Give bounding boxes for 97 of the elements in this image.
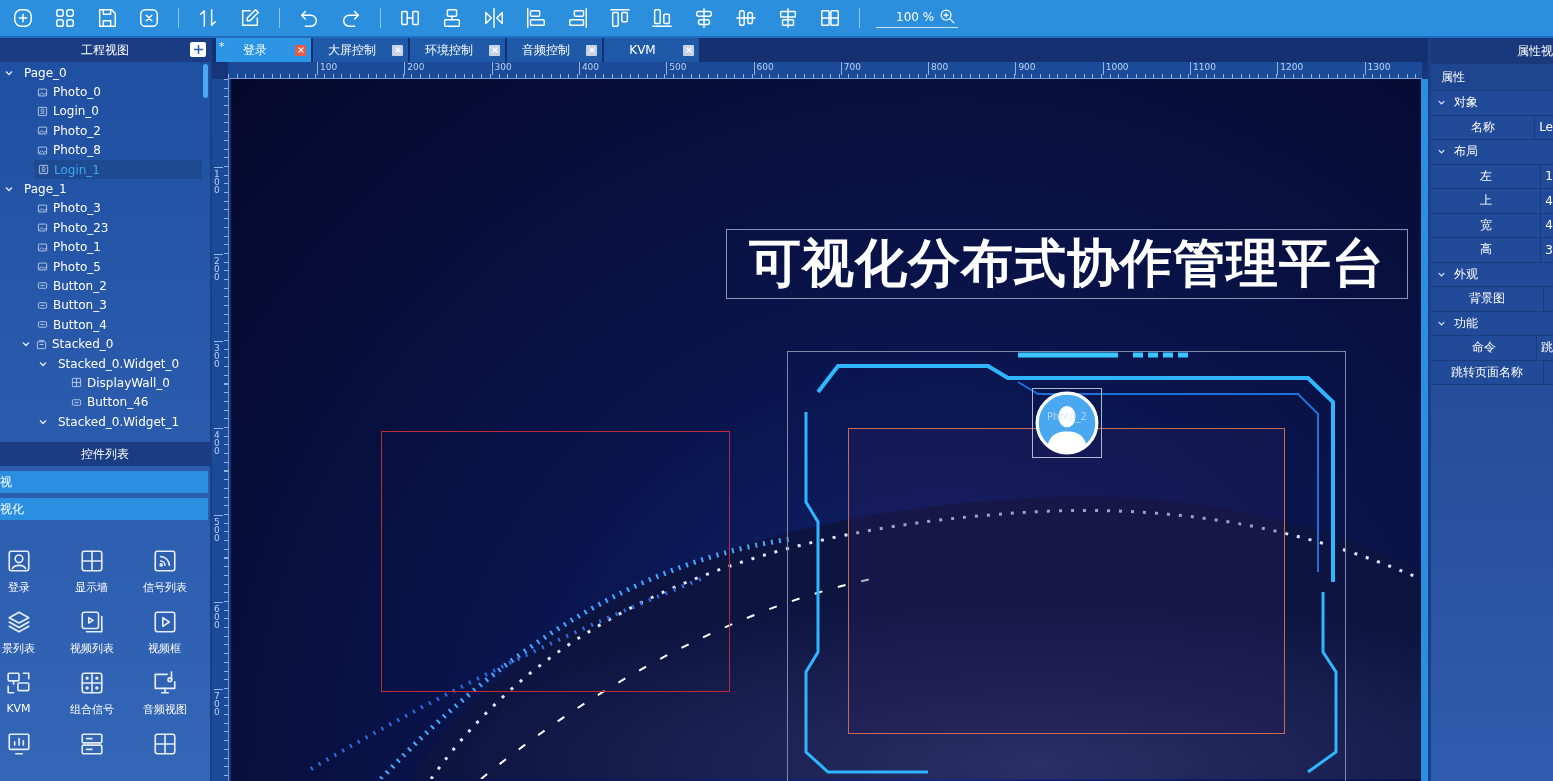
close-icon[interactable] bbox=[586, 44, 597, 56]
property-value[interactable]: 4 bbox=[1541, 218, 1553, 233]
tree-item[interactable]: Button_2 bbox=[0, 276, 202, 296]
widget-item[interactable]: 显示墙 bbox=[55, 548, 128, 595]
horizontal-ruler: 100 200 300 400 500 600 700 800 900 1000 1100 1200 1300 bbox=[228, 62, 1422, 79]
tree-item[interactable]: Photo_1 bbox=[0, 237, 202, 257]
add-icon[interactable] bbox=[190, 42, 206, 57]
vertical-ruler: 100 200 300 400 500 600 700 bbox=[212, 79, 229, 781]
close-icon[interactable] bbox=[683, 44, 694, 56]
widget-item[interactable]: 音频视图 bbox=[128, 670, 201, 717]
user-card-icon bbox=[38, 164, 49, 176]
property-name: 跳转页面名称 bbox=[1431, 360, 1544, 384]
property-name: 高 bbox=[1431, 238, 1542, 262]
tree-item[interactable]: Stacked_0 bbox=[0, 334, 202, 354]
image-icon bbox=[37, 261, 48, 273]
property-value[interactable]: 4 bbox=[1541, 193, 1553, 208]
close-icon[interactable] bbox=[392, 44, 403, 56]
widget-item[interactable]: KVM bbox=[0, 670, 55, 717]
widget-item[interactable]: 信号列表 bbox=[128, 548, 201, 595]
monitor-music-icon bbox=[151, 670, 178, 696]
chevron-icon[interactable] bbox=[1437, 147, 1446, 157]
image-icon bbox=[37, 202, 48, 214]
widget-item[interactable]: 景列表 bbox=[0, 609, 55, 656]
grid-icon[interactable] bbox=[151, 731, 178, 757]
tree-item[interactable]: DisplayWall_0 bbox=[0, 373, 202, 393]
grid-icon bbox=[78, 548, 105, 574]
widget-item[interactable]: 视频框 bbox=[128, 609, 201, 656]
property-group[interactable]: 布局 bbox=[1431, 140, 1553, 165]
user-icon bbox=[5, 548, 32, 574]
tree-item[interactable]: Page_1 bbox=[0, 179, 202, 199]
widget-item[interactable]: 组合信号 bbox=[55, 670, 128, 717]
button-icon bbox=[37, 319, 48, 331]
tree-item[interactable]: Button_3 bbox=[0, 295, 202, 316]
image-icon bbox=[37, 125, 48, 137]
play-icon bbox=[151, 609, 178, 635]
grid-icon bbox=[71, 377, 82, 389]
tree-item[interactable]: Button_4 bbox=[0, 315, 202, 335]
layers-icon bbox=[5, 609, 32, 635]
tab[interactable]: 环境控制 bbox=[410, 38, 505, 62]
button-icon bbox=[37, 299, 48, 311]
tree-item[interactable]: Photo_0 bbox=[0, 82, 202, 102]
property-name: 名称 bbox=[1431, 115, 1536, 139]
button-icon bbox=[37, 280, 48, 292]
property-group[interactable]: 功能 bbox=[1431, 311, 1553, 336]
zoom-control[interactable]: 100 % bbox=[876, 8, 959, 28]
tree-item[interactable]: Photo_2 bbox=[0, 121, 202, 141]
property-name: 宽 bbox=[1431, 213, 1542, 237]
column-header: 属性 bbox=[1441, 68, 1465, 86]
property-name: 左 bbox=[1431, 164, 1542, 188]
tree-item[interactable]: Photo_5 bbox=[0, 256, 202, 277]
property-name: 背景图 bbox=[1431, 287, 1544, 311]
tree-item[interactable]: Photo_8 bbox=[0, 140, 202, 160]
tree-item[interactable]: Stacked_0.Widget_0 bbox=[0, 353, 202, 374]
folder-icon bbox=[36, 338, 47, 350]
scrollbar[interactable] bbox=[1421, 79, 1428, 781]
server-icon[interactable] bbox=[78, 731, 105, 757]
video-list-icon bbox=[78, 609, 105, 635]
property-name: 命令 bbox=[1431, 336, 1537, 360]
signal-icon bbox=[151, 548, 178, 574]
widget-item[interactable]: 视频列表 bbox=[55, 609, 128, 656]
tree-item[interactable]: Photo_23 bbox=[0, 218, 202, 238]
tree-item[interactable]: Stacked_0.Widget_1 bbox=[0, 412, 202, 432]
tab[interactable]: 大屏控制 bbox=[313, 38, 408, 62]
chart-monitor-icon[interactable] bbox=[5, 731, 32, 757]
property-group[interactable]: 对象 bbox=[1431, 91, 1553, 116]
tree-item[interactable]: Button_46 bbox=[0, 392, 202, 413]
page-title: 可视化分布式协作管理平台 bbox=[726, 229, 1408, 299]
tree-item[interactable]: Photo_3 bbox=[0, 198, 202, 219]
widget-item[interactable]: 登录 bbox=[0, 548, 55, 595]
chevron-icon[interactable] bbox=[1437, 98, 1446, 108]
close-icon[interactable] bbox=[295, 44, 306, 56]
zoom-in-icon bbox=[939, 8, 957, 25]
image-icon bbox=[37, 86, 48, 98]
tab[interactable]: KVM bbox=[604, 38, 699, 62]
category-bar[interactable]: 视 bbox=[0, 471, 208, 493]
property-value[interactable]: 跳 bbox=[1537, 339, 1553, 357]
property-group[interactable]: 外观 bbox=[1431, 262, 1553, 287]
panel-title: 工程视图 bbox=[81, 41, 129, 59]
tab[interactable]: 音频控制 bbox=[507, 38, 602, 62]
user-card-icon bbox=[37, 105, 48, 117]
panel-title: 属性视 bbox=[1431, 38, 1553, 64]
property-value[interactable]: Le bbox=[1535, 120, 1553, 135]
image-icon bbox=[37, 144, 48, 156]
avatar-icon bbox=[1035, 391, 1099, 455]
button-icon bbox=[71, 396, 82, 408]
property-value[interactable]: 1 bbox=[1541, 169, 1553, 184]
property-value[interactable]: 3 bbox=[1541, 242, 1553, 257]
monitors-icon bbox=[5, 670, 32, 696]
grid-icon bbox=[78, 670, 105, 696]
tree-item[interactable]: Page_0 bbox=[0, 63, 202, 83]
category-bar[interactable]: 视化 bbox=[0, 498, 208, 520]
image-icon bbox=[37, 222, 48, 234]
property-name: 上 bbox=[1431, 189, 1542, 213]
panel-title: 控件列表 bbox=[81, 445, 129, 463]
close-icon[interactable] bbox=[489, 44, 500, 56]
image-icon bbox=[37, 241, 48, 253]
tree-item[interactable]: Login_0 bbox=[0, 101, 202, 122]
